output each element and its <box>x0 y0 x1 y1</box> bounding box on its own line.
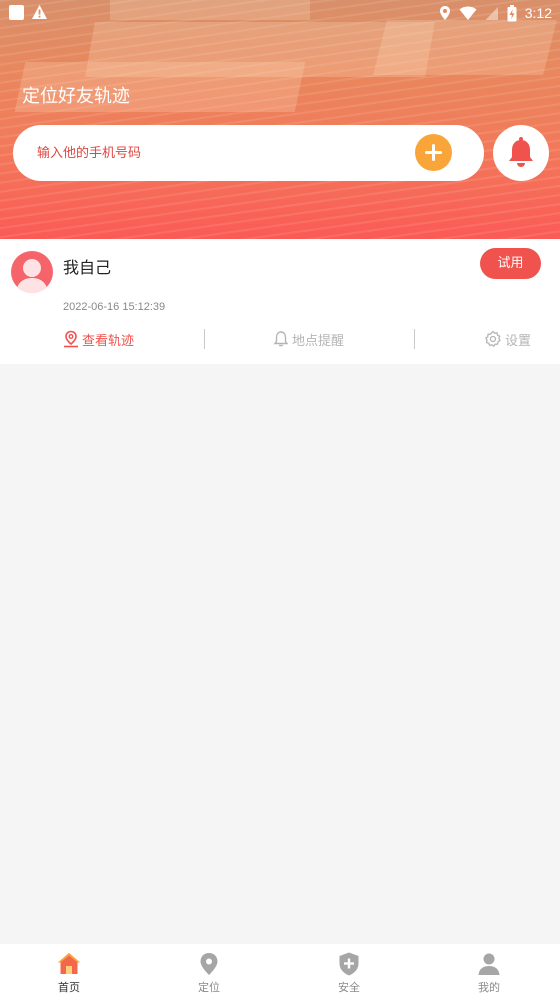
header-banner: 3:12 定位好友轨迹 <box>0 0 560 240</box>
avatar <box>11 251 53 293</box>
notification-button[interactable] <box>493 125 549 181</box>
bell-outline-icon <box>273 331 289 347</box>
user-avatar-icon <box>16 259 48 293</box>
notification-square-icon <box>9 5 24 20</box>
phone-search-box <box>13 125 484 181</box>
location-pin-icon <box>200 953 218 975</box>
divider <box>204 329 205 349</box>
warning-icon <box>32 5 47 19</box>
tab-profile-label: 我的 <box>478 981 500 994</box>
location-pin-icon <box>64 330 78 348</box>
building-graphic <box>373 20 557 75</box>
location-reminder-label: 地点提醒 <box>292 333 345 349</box>
contact-card: 我自己 试用 2022-06-16 15:12:39 查看轨迹 地点提醒 设置 <box>0 239 560 364</box>
settings-button[interactable]: 设置 <box>484 327 531 351</box>
tab-location[interactable]: 定位 <box>174 944 244 995</box>
phone-number-input[interactable] <box>37 141 397 165</box>
divider <box>414 329 415 349</box>
status-time: 3:12 <box>524 5 552 21</box>
tab-profile[interactable]: 我的 <box>454 944 524 995</box>
bell-icon <box>509 137 533 167</box>
home-icon <box>58 953 80 974</box>
last-update-time: 2022-06-16 15:12:39 <box>63 301 166 313</box>
status-bar: 3:12 <box>0 0 560 26</box>
wifi-icon <box>459 6 477 20</box>
contact-actions: 查看轨迹 地点提醒 设置 <box>0 327 560 351</box>
gear-icon <box>485 330 501 347</box>
trial-button[interactable]: 试用 <box>480 248 541 279</box>
contact-name: 我自己 <box>63 258 112 277</box>
tab-security[interactable]: 安全 <box>314 944 384 995</box>
battery-charging-icon <box>507 4 517 21</box>
settings-label: 设置 <box>505 333 532 349</box>
tab-security-label: 安全 <box>338 981 360 994</box>
location-status-icon <box>439 6 450 20</box>
user-icon <box>478 953 500 975</box>
tab-home[interactable]: 首页 <box>34 944 104 995</box>
view-track-button[interactable]: 查看轨迹 <box>63 327 134 351</box>
tab-location-label: 定位 <box>198 981 220 994</box>
cellular-signal-icon <box>485 6 498 20</box>
shield-plus-icon <box>339 952 359 976</box>
bottom-tab-bar: 首页 定位 安全 我的 <box>0 944 560 995</box>
page-title: 定位好友轨迹 <box>22 86 130 107</box>
location-reminder-button[interactable]: 地点提醒 <box>273 327 344 351</box>
view-track-label: 查看轨迹 <box>82 333 135 349</box>
tab-home-label: 首页 <box>58 981 80 994</box>
add-friend-button[interactable] <box>415 134 452 171</box>
